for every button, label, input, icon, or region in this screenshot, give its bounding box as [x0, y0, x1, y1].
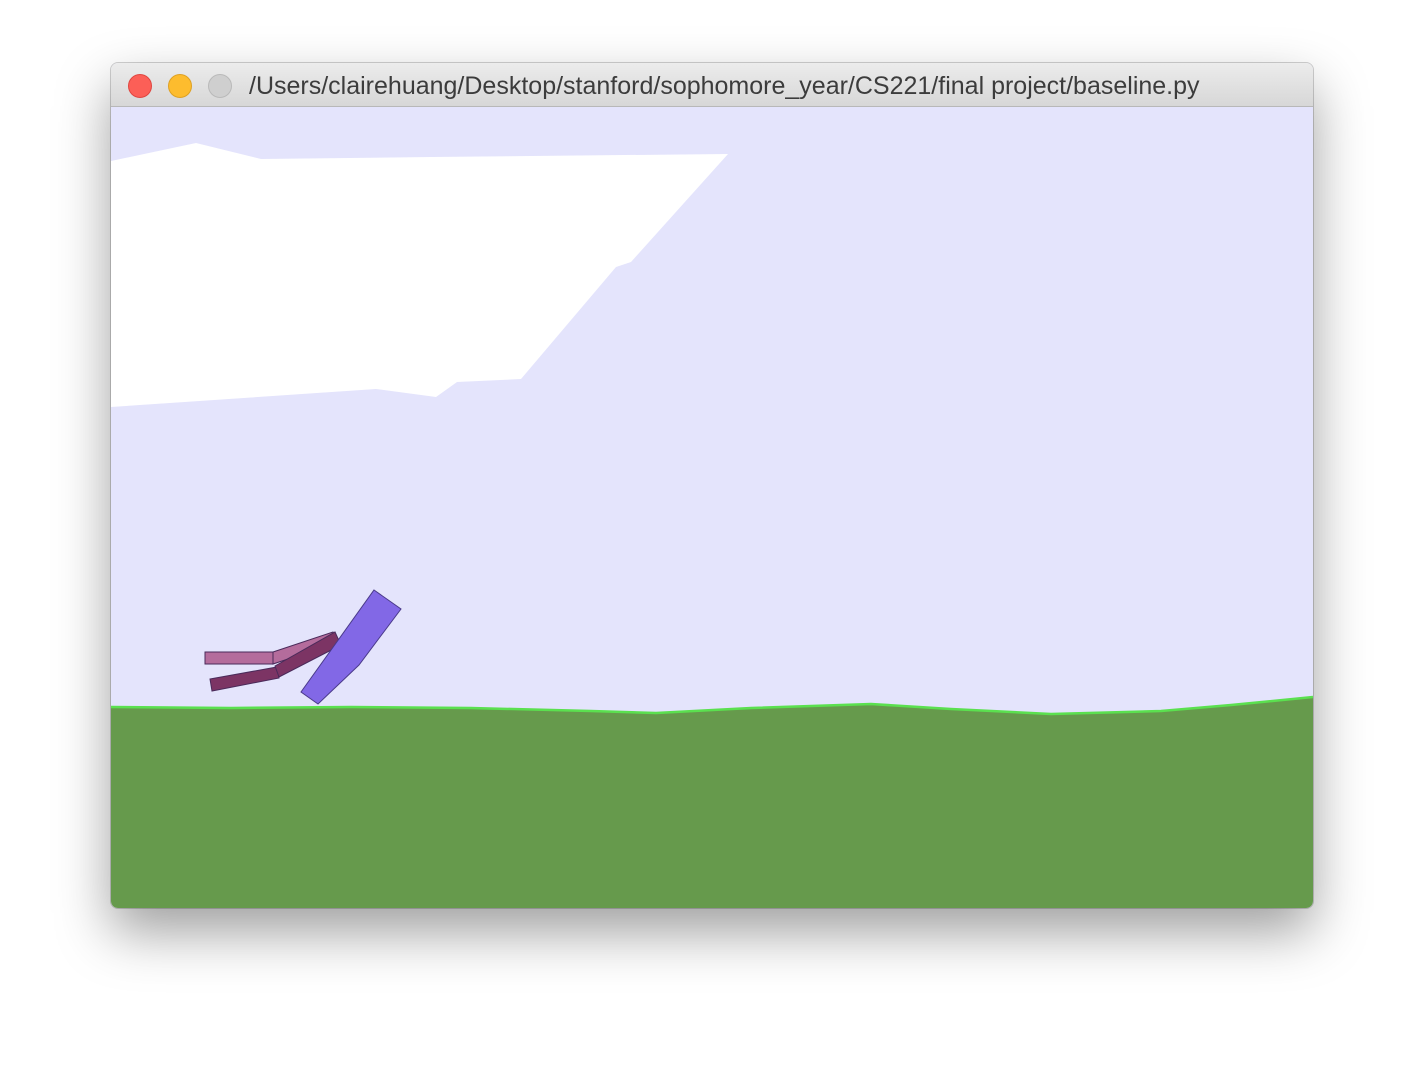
title-bar[interactable]: /Users/clairehuang/Desktop/stanford/soph…: [111, 63, 1313, 107]
minimize-button[interactable]: [168, 74, 192, 98]
game-viewport: [111, 107, 1313, 908]
terrain-ground: [111, 697, 1313, 908]
near-leg-lower: [204, 651, 274, 665]
app-window: /Users/clairehuang/Desktop/stanford/soph…: [111, 63, 1313, 908]
zoom-button[interactable]: [208, 74, 232, 98]
window-title: /Users/clairehuang/Desktop/stanford/soph…: [249, 72, 1200, 100]
close-button[interactable]: [128, 74, 152, 98]
